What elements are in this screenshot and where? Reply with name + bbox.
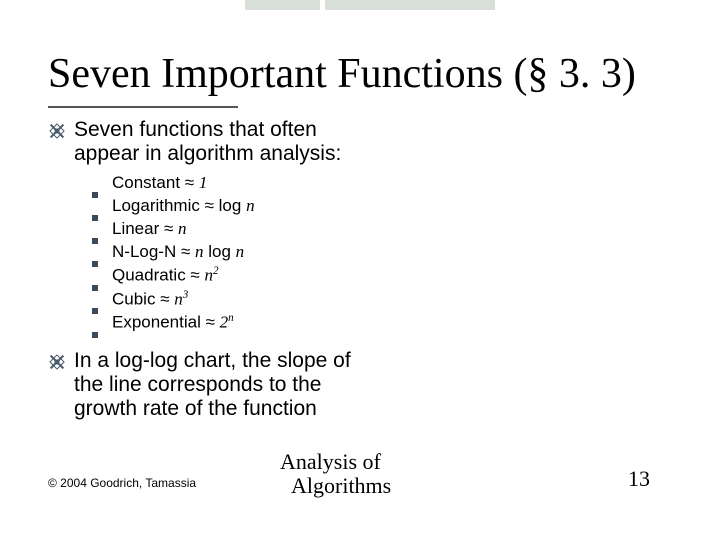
list-item: Linear ≈ n [92,218,378,241]
list-item: Cubic ≈ n3 [92,288,378,312]
slide-body: Seven functions that often appear in alg… [48,118,378,421]
square-bullet-icon [92,215,98,221]
fn-expr: log [219,196,246,215]
fn-sup: 2 [213,265,219,277]
fn-var: n [178,219,187,238]
fn-name: Exponential [112,313,201,332]
fn-name: N-Log-N [112,242,176,261]
fn-var: n [236,242,245,261]
fn-var: n [246,196,255,215]
footer-line2: Algorithms [291,473,391,498]
decoration-bar [325,0,495,10]
fn-name: Quadratic [112,266,186,285]
list-item: Exponential ≈ 2n [92,311,378,335]
square-bullet-icon [92,285,98,291]
decoration-bar [245,0,320,10]
fn-expr: 1 [199,173,208,192]
fn-sup: 3 [183,289,189,301]
footer-center-text: Analysis of Algorithms [280,450,391,498]
bullet-item: Seven functions that often appear in alg… [48,118,378,166]
square-bullet-icon [92,192,98,198]
intro-text: Seven functions that often appear in alg… [74,118,378,166]
bullet-item: In a log-log chart, the slope of the lin… [48,349,378,421]
fn-var: n [174,289,183,308]
square-bullet-icon [92,261,98,267]
title-underline [48,106,238,108]
fn-name: Linear [112,219,159,238]
page-number: 13 [628,466,650,492]
list-item: N-Log-N ≈ n log n [92,241,378,264]
fn-name: Cubic [112,289,155,308]
fn-var: n [204,266,213,285]
fn-var: n [195,242,204,261]
list-item: Logarithmic ≈ log n [92,195,378,218]
list-item: Constant ≈ 1 [92,172,378,195]
fn-base: 2 [220,313,229,332]
diamond-bullet-icon [48,122,68,140]
list-item: Quadratic ≈ n2 [92,264,378,288]
note-text: In a log-log chart, the slope of the lin… [74,349,378,421]
square-bullet-icon [92,308,98,314]
diamond-bullet-icon [48,353,68,371]
function-list: Constant ≈ 1 Logarithmic ≈ log n Linear … [92,172,378,335]
fn-name: Constant [112,173,180,192]
copyright-text: © 2004 Goodrich, Tamassia [48,476,196,490]
fn-sup: n [228,312,234,324]
footer-line1: Analysis of [280,449,381,474]
fn-expr: log [204,242,236,261]
fn-name: Logarithmic [112,196,200,215]
square-bullet-icon [92,238,98,244]
square-bullet-icon [92,332,98,338]
slide-title: Seven Important Functions (§ 3. 3) [48,50,672,98]
